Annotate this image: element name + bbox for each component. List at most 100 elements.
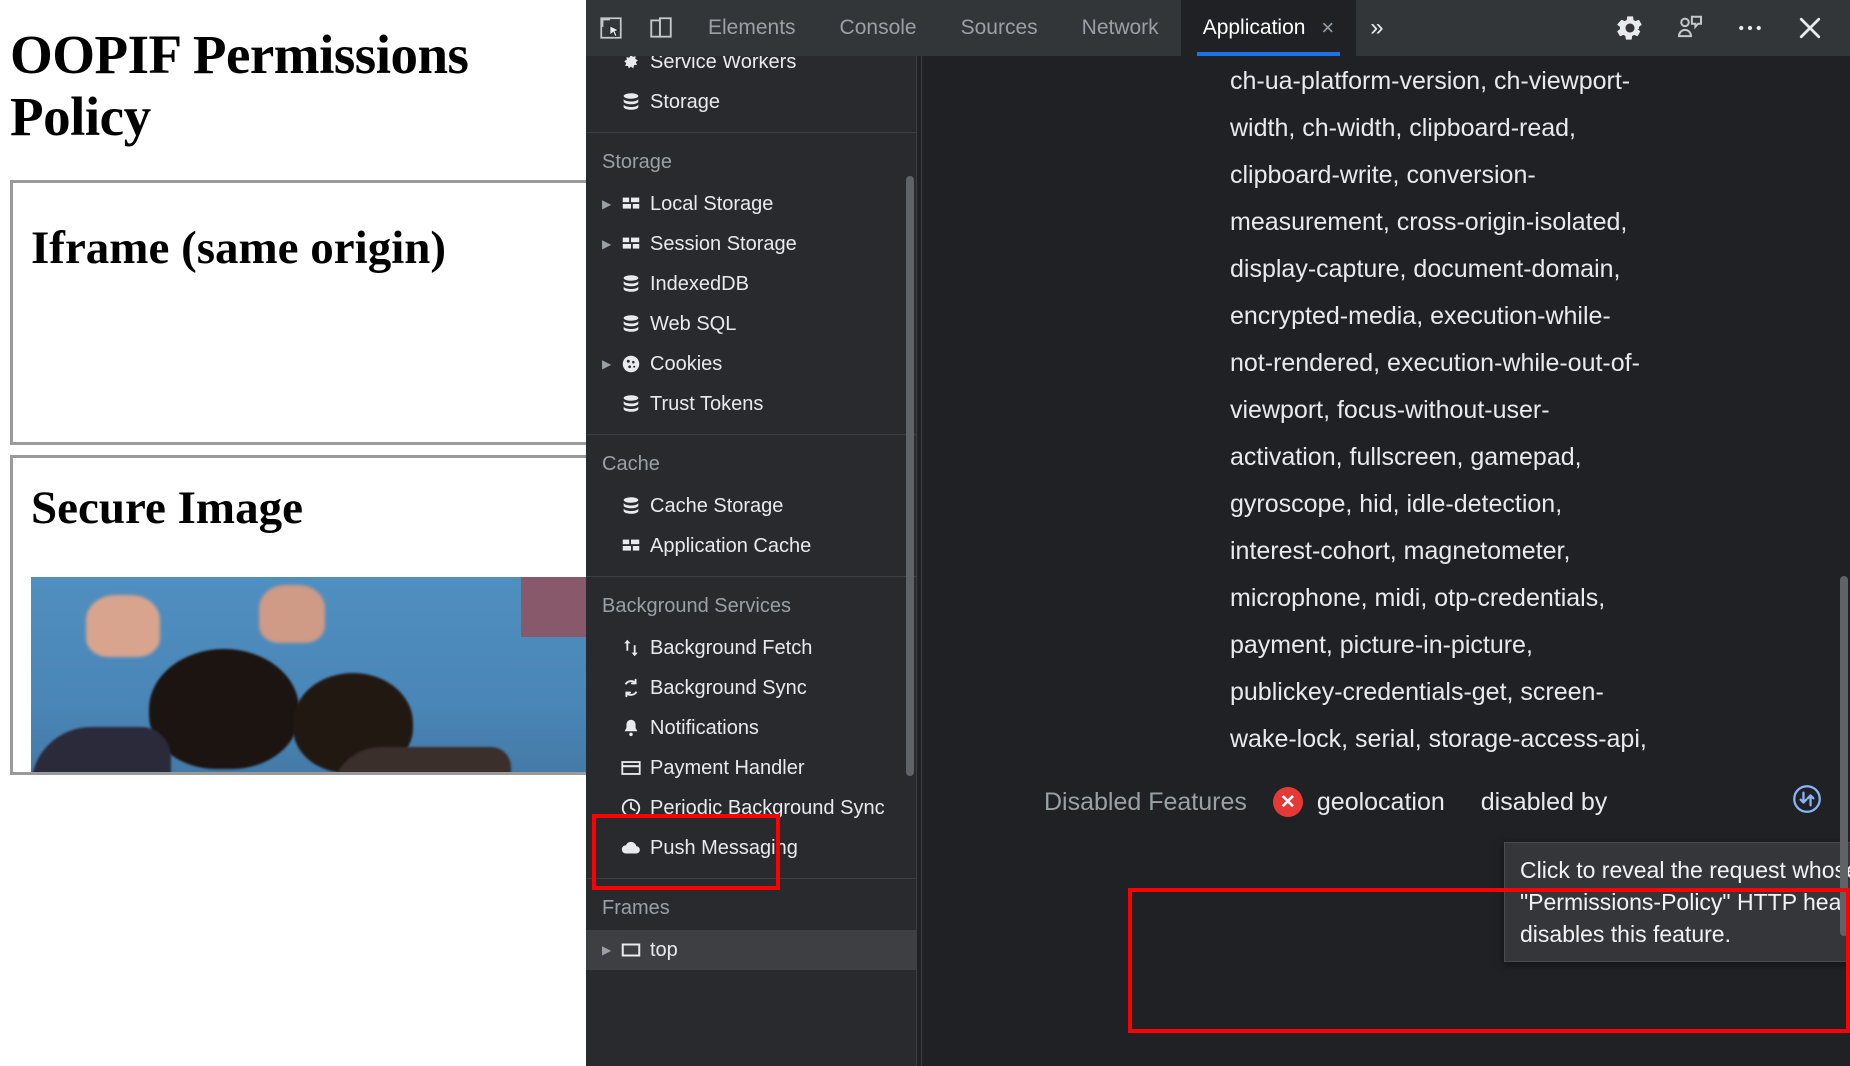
- secure-image-heading: Secure Image: [31, 483, 586, 535]
- sidebar-item-periodic-background-sync[interactable]: Periodic Background Sync: [586, 788, 916, 828]
- device-toolbar-icon[interactable]: [636, 5, 686, 51]
- sidebar-item-cache-storage[interactable]: Cache Storage: [586, 486, 916, 526]
- jump-to-request-icon[interactable]: [1790, 782, 1824, 823]
- tab-application-label: Application: [1203, 16, 1306, 40]
- disabled-feature-name: geolocation: [1317, 788, 1445, 817]
- sidebar-item-payment-handler-label: Payment Handler: [650, 757, 805, 780]
- sidebar-item-web-sql[interactable]: Web SQL: [586, 304, 916, 344]
- sidebar-item-cookies-label: Cookies: [650, 353, 722, 376]
- photo-person-head: [149, 649, 299, 769]
- sidebar-item-background-fetch-label: Background Fetch: [650, 637, 812, 660]
- sidebar-divider: [586, 132, 916, 133]
- sidebar-section-cache-title: Cache: [586, 445, 916, 486]
- photo-watermark-banner: [521, 577, 586, 637]
- sidebar-item-notifications[interactable]: Notifications: [586, 708, 916, 748]
- sidebar-item-frame-top-label: top: [650, 939, 678, 962]
- sidebar-item-session-storage-label: Session Storage: [650, 233, 797, 256]
- bell-icon: [620, 717, 650, 739]
- gear-icon[interactable]: [1604, 5, 1656, 51]
- sidebar-item-cookies[interactable]: ▶ Cookies: [586, 344, 916, 384]
- table-icon: [620, 233, 650, 255]
- tab-elements[interactable]: Elements: [686, 0, 818, 56]
- more-options-icon[interactable]: [1724, 5, 1776, 51]
- page-title: OOPIF Permissions Policy: [10, 24, 586, 148]
- tab-network[interactable]: Network: [1060, 0, 1181, 56]
- sidebar-scrollbar[interactable]: [906, 176, 914, 776]
- sidebar-item-web-sql-label: Web SQL: [650, 313, 736, 336]
- frame-details-panel: ch-ua-platform-version, ch-viewport-widt…: [922, 56, 1850, 1066]
- sidebar-item-trust-tokens[interactable]: Trust Tokens: [586, 384, 916, 424]
- devtools-tab-bar: Elements Console Sources Network Applica…: [686, 0, 1356, 56]
- sidebar-item-application-cache[interactable]: Application Cache: [586, 526, 916, 566]
- inspected-webpage: OOPIF Permissions Policy Iframe (same or…: [0, 0, 586, 1066]
- sidebar-item-storage-overview-label: Storage: [650, 91, 720, 114]
- application-sidebar: Service Workers Storage Storag: [586, 56, 916, 1066]
- chevron-right-icon[interactable]: ▶: [602, 358, 620, 370]
- credit-card-icon: [620, 757, 650, 779]
- feedback-icon[interactable]: [1664, 5, 1716, 51]
- sidebar-item-push-messaging[interactable]: Push Messaging: [586, 828, 916, 868]
- fetch-arrows-icon: [620, 637, 650, 659]
- sidebar-divider: [586, 878, 916, 879]
- devtools-body: Service Workers Storage Storag: [586, 56, 1850, 1066]
- sidebar-item-session-storage[interactable]: ▶ Session Storage: [586, 224, 916, 264]
- close-icon[interactable]: ×: [1321, 17, 1334, 39]
- close-devtools-icon[interactable]: [1784, 5, 1836, 51]
- secure-image-section: Secure Image The C HTTP://THE.O: [10, 455, 586, 775]
- jump-to-request-tooltip: Click to reveal the request whose "Permi…: [1504, 842, 1850, 962]
- sidebar-divider: [586, 434, 916, 435]
- photo-fist-left: [86, 595, 160, 657]
- devtools-toolbar: Elements Console Sources Network Applica…: [586, 0, 1850, 56]
- error-x-icon: ✕: [1273, 787, 1303, 817]
- sidebar-item-background-sync[interactable]: Background Sync: [586, 668, 916, 708]
- disabled-features-row: Disabled Features ✕ geolocation disabled…: [922, 774, 1850, 830]
- devtools-panel: Elements Console Sources Network Applica…: [586, 0, 1850, 1066]
- inspect-element-icon[interactable]: [586, 5, 636, 51]
- same-origin-iframe[interactable]: Iframe (same origin): [10, 180, 586, 445]
- screenshot-root: OOPIF Permissions Policy Iframe (same or…: [0, 0, 1850, 1066]
- more-tabs-icon[interactable]: »: [1356, 14, 1397, 42]
- sync-icon: [620, 677, 650, 699]
- chevron-right-icon[interactable]: ▶: [602, 238, 620, 250]
- database-icon: [620, 273, 650, 295]
- database-icon: [620, 91, 650, 113]
- devtools-toolbar-actions: [1604, 5, 1850, 51]
- frame-icon: [620, 939, 650, 961]
- tab-network-label: Network: [1082, 16, 1159, 40]
- sidebar-item-local-storage-label: Local Storage: [650, 193, 773, 216]
- sidebar-item-application-cache-label: Application Cache: [650, 535, 811, 558]
- sidebar-item-service-workers[interactable]: Service Workers: [586, 56, 916, 82]
- tab-application[interactable]: Application ×: [1181, 0, 1357, 56]
- secure-image-photo: The C HTTP://THE.O: [31, 577, 586, 775]
- sidebar-item-background-fetch[interactable]: Background Fetch: [586, 628, 916, 668]
- chevron-right-icon[interactable]: ▶: [602, 198, 620, 210]
- chevron-right-icon[interactable]: ▶: [602, 944, 620, 956]
- table-icon: [620, 193, 650, 215]
- database-icon: [620, 313, 650, 335]
- table-icon: [620, 535, 650, 557]
- iframe-heading: Iframe (same origin): [31, 223, 586, 275]
- photo-shoulder-left: [31, 727, 171, 775]
- sidebar-item-storage-overview[interactable]: Storage: [586, 82, 916, 122]
- sidebar-item-trust-tokens-label: Trust Tokens: [650, 393, 763, 416]
- sidebar-section-storage-title: Storage: [586, 143, 916, 184]
- sidebar-item-payment-handler[interactable]: Payment Handler: [586, 748, 916, 788]
- sidebar-item-local-storage[interactable]: ▶ Local Storage: [586, 184, 916, 224]
- database-icon: [620, 495, 650, 517]
- service-workers-icon: [620, 56, 650, 73]
- main-panel-scrollbar[interactable]: [1840, 576, 1848, 936]
- sidebar-item-indexeddb[interactable]: IndexedDB: [586, 264, 916, 304]
- disabled-features-label: Disabled Features: [1044, 788, 1247, 817]
- page-title-line-2: Policy: [10, 86, 586, 148]
- tab-console-label: Console: [840, 16, 917, 40]
- tab-console[interactable]: Console: [818, 0, 939, 56]
- tab-sources[interactable]: Sources: [939, 0, 1060, 56]
- sidebar-item-frame-top[interactable]: ▶ top: [586, 930, 916, 970]
- sidebar-item-service-workers-label: Service Workers: [650, 56, 796, 74]
- sidebar-item-push-messaging-label: Push Messaging: [650, 837, 798, 860]
- sidebar-item-periodic-background-sync-label: Periodic Background Sync: [650, 797, 885, 820]
- cookie-icon: [620, 353, 650, 375]
- photo-fist-right: [259, 585, 325, 643]
- sidebar-item-indexeddb-label: IndexedDB: [650, 273, 749, 296]
- tab-elements-label: Elements: [708, 16, 796, 40]
